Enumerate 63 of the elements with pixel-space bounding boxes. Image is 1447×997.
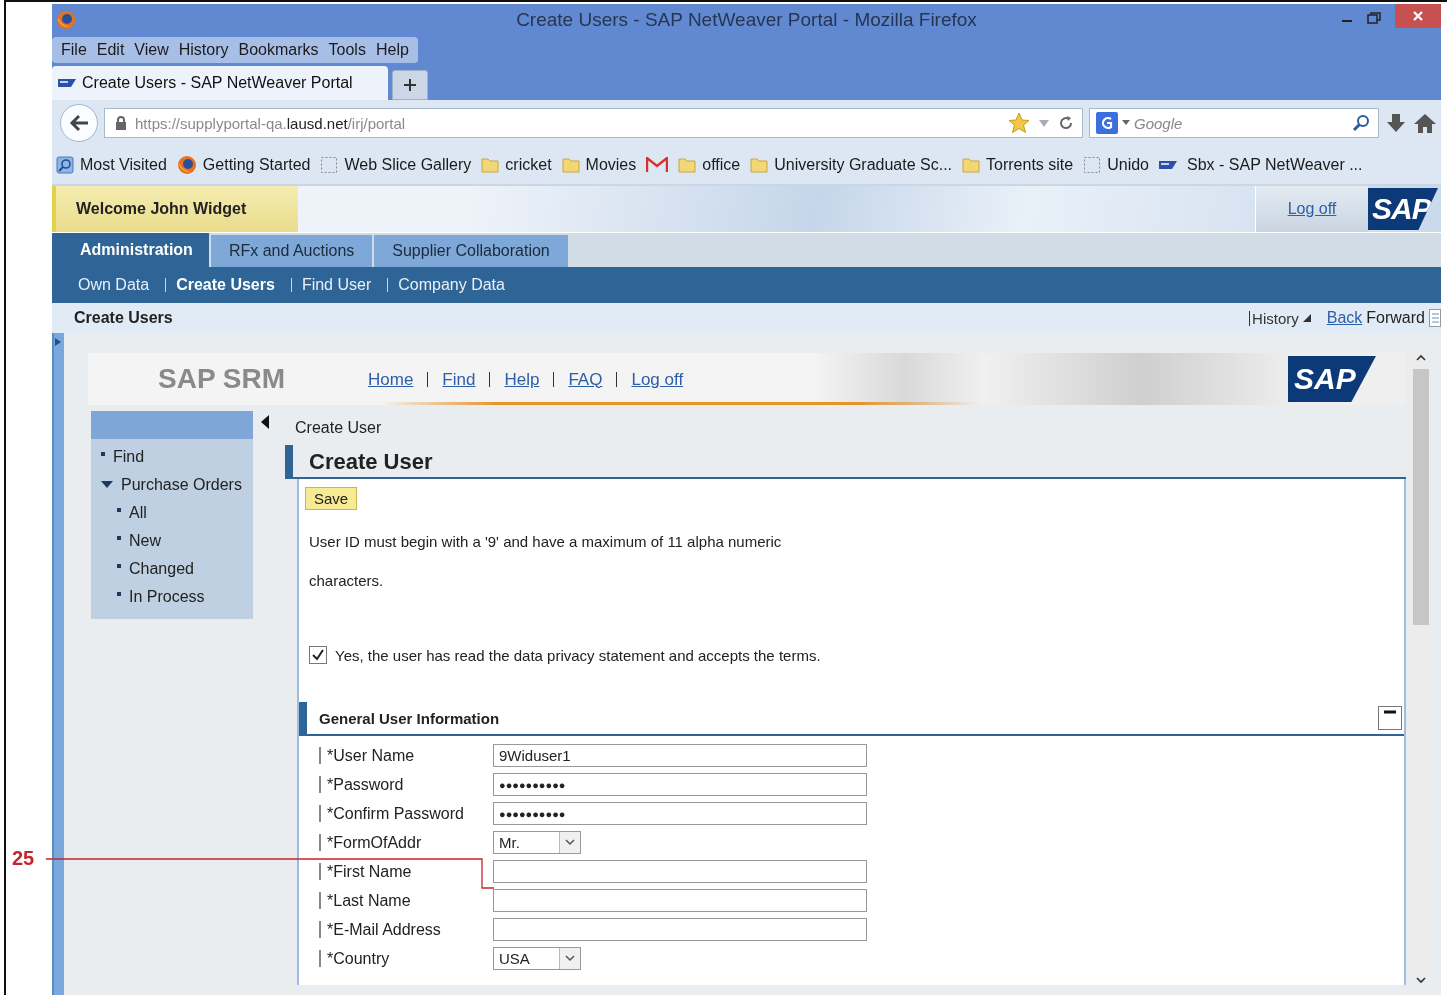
sub-nav-link[interactable]: Find User — [291, 278, 389, 292]
menu-item[interactable]: File — [56, 41, 92, 59]
dropdown-field[interactable]: USA — [493, 947, 581, 970]
sidebar-item[interactable]: New — [91, 527, 253, 555]
sub-nav-link[interactable]: Own Data — [68, 278, 167, 292]
log-off-link[interactable]: Log off — [1287, 200, 1337, 218]
form-title: Create User — [309, 449, 433, 476]
history-menu[interactable]: History — [1249, 310, 1299, 326]
password-field[interactable]: ●●●●●●●●●● — [493, 802, 867, 825]
sap-logo: SAP — [1288, 356, 1376, 402]
nav-tab[interactable]: Supplier Collaboration — [374, 235, 568, 267]
menu-item[interactable]: Edit — [91, 41, 130, 59]
bookmark-link[interactable]: Torrents site — [962, 156, 1074, 174]
tab-title: Create Users - SAP NetWeaver Portal — [82, 74, 353, 92]
header-link[interactable]: FAQ — [554, 371, 618, 387]
url-text: https://supplyportal-qa.lausd.net/irj/portal — [135, 114, 407, 132]
section-title: General User Information — [319, 709, 501, 727]
instruction-text: User ID must begin with a '9' and have a maximum of 11 alpha numeric characters. — [308, 532, 783, 591]
sap-logo: SAP — [1368, 188, 1438, 230]
header-link[interactable]: Help — [490, 371, 555, 387]
bookmark-link[interactable]: Web Slice Gallery — [320, 156, 472, 174]
bookmark-link[interactable]: Movies — [561, 156, 637, 174]
menu-item[interactable]: Tools — [323, 41, 371, 59]
input-field[interactable]: 9Widuser1 — [493, 744, 867, 767]
welcome-banner: Welcome John Widget — [52, 186, 298, 232]
search-placeholder: Google — [1134, 114, 1184, 132]
menu-item[interactable]: Help — [370, 41, 414, 59]
application-title: SAP SRM — [158, 363, 287, 395]
page-title: Create Users — [74, 309, 174, 327]
dropdown-field[interactable]: Mr. — [493, 831, 581, 854]
sidebar-item[interactable]: Find — [91, 443, 253, 471]
window-title: Create Users - SAP NetWeaver Portal - Mozilla Firefox — [515, 9, 978, 31]
back-link[interactable]: Back — [1326, 309, 1363, 327]
header-link[interactable]: Log off — [617, 371, 698, 387]
password-field[interactable]: ●●●●●●●●●● — [493, 773, 867, 796]
breadcrumb: Create User — [294, 418, 383, 438]
save-button[interactable]: Save — [305, 487, 358, 510]
bookmark-link[interactable]: Most Visited — [56, 156, 167, 174]
sidebar-item[interactable]: In Process — [91, 583, 253, 611]
checkbox-label: Yes, the user has read the data privacy statement and accepts the terms. — [335, 646, 821, 664]
bookmark-link[interactable]: Getting Started — [176, 155, 311, 175]
sub-nav-link[interactable]: Company Data — [388, 278, 521, 292]
menu-item[interactable]: Bookmarks — [233, 41, 324, 59]
menu-item[interactable]: View — [129, 41, 174, 59]
address-field[interactable]: https://supplyportal-qa.lausd.net/irj/portal — [104, 108, 1083, 138]
bookmark-link[interactable]: University Graduate Sc... — [750, 156, 953, 174]
sidebar-item[interactable]: Changed — [91, 555, 253, 583]
nav-tab[interactable]: RFx and Auctions — [210, 235, 373, 267]
bookmark-link[interactable]: office — [678, 156, 741, 174]
sidebar-item[interactable]: Purchase Orders — [91, 471, 253, 499]
sidebar-item[interactable]: All — [91, 499, 253, 527]
forward-link[interactable]: Forward — [1366, 309, 1425, 327]
bookmark-link[interactable]: cricket — [481, 156, 552, 174]
bookmark-link[interactable]: Unido — [1083, 156, 1149, 174]
sub-nav-link[interactable]: Create Users — [166, 278, 292, 292]
bookmark-link[interactable]: Sbx - SAP NetWeaver ... — [1159, 156, 1363, 174]
menu-item[interactable]: History — [173, 41, 234, 59]
search-field[interactable]: Google — [1089, 108, 1379, 138]
nav-tab[interactable]: Administration — [62, 233, 209, 267]
header-link[interactable]: Home — [368, 371, 429, 387]
browser-tab[interactable]: Create Users - SAP NetWeaver Portal — [52, 66, 388, 100]
callout-number: 25 — [12, 847, 35, 870]
header-link[interactable]: Find — [428, 371, 491, 387]
